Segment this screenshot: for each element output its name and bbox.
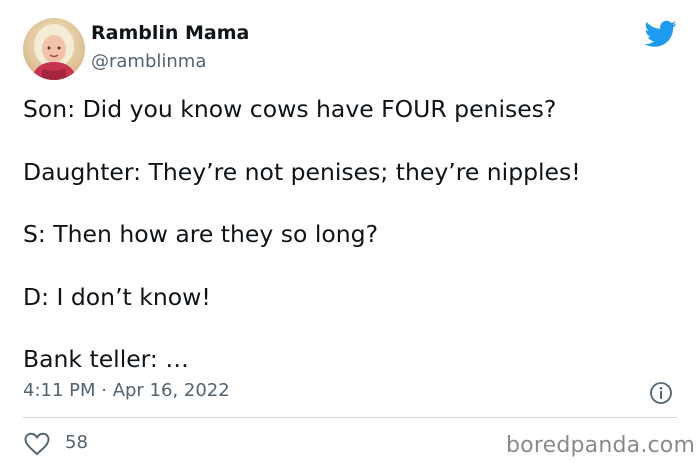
tweet-line: Son: Did you know cows have FOUR penises…	[23, 95, 557, 123]
tweet-timestamp[interactable]: 4:11 PM · Apr 16, 2022	[23, 380, 230, 401]
like-count: 58	[65, 432, 88, 453]
tweet-card: Ramblin Mama @ramblinma Son: Did you kno…	[0, 0, 700, 471]
twitter-bird-icon[interactable]	[645, 20, 677, 48]
author-display-name[interactable]: Ramblin Mama	[91, 22, 249, 44]
info-icon[interactable]	[649, 381, 673, 405]
watermark: boredpanda.com	[506, 433, 696, 458]
heart-icon[interactable]	[24, 432, 50, 456]
tweet-line: Daughter: They’re not penises; they’re n…	[23, 157, 581, 186]
author-handle[interactable]: @ramblinma	[91, 51, 206, 72]
tweet-line: D: I don’t know!	[23, 282, 211, 311]
tweet-line: S: Then how are they so long?	[23, 220, 379, 248]
divider	[23, 417, 677, 418]
tweet-line: Bank teller: …	[23, 345, 189, 373]
avatar[interactable]	[23, 18, 85, 80]
tweet-body: Son: Did you know cows have FOUR penises…	[23, 93, 683, 406]
